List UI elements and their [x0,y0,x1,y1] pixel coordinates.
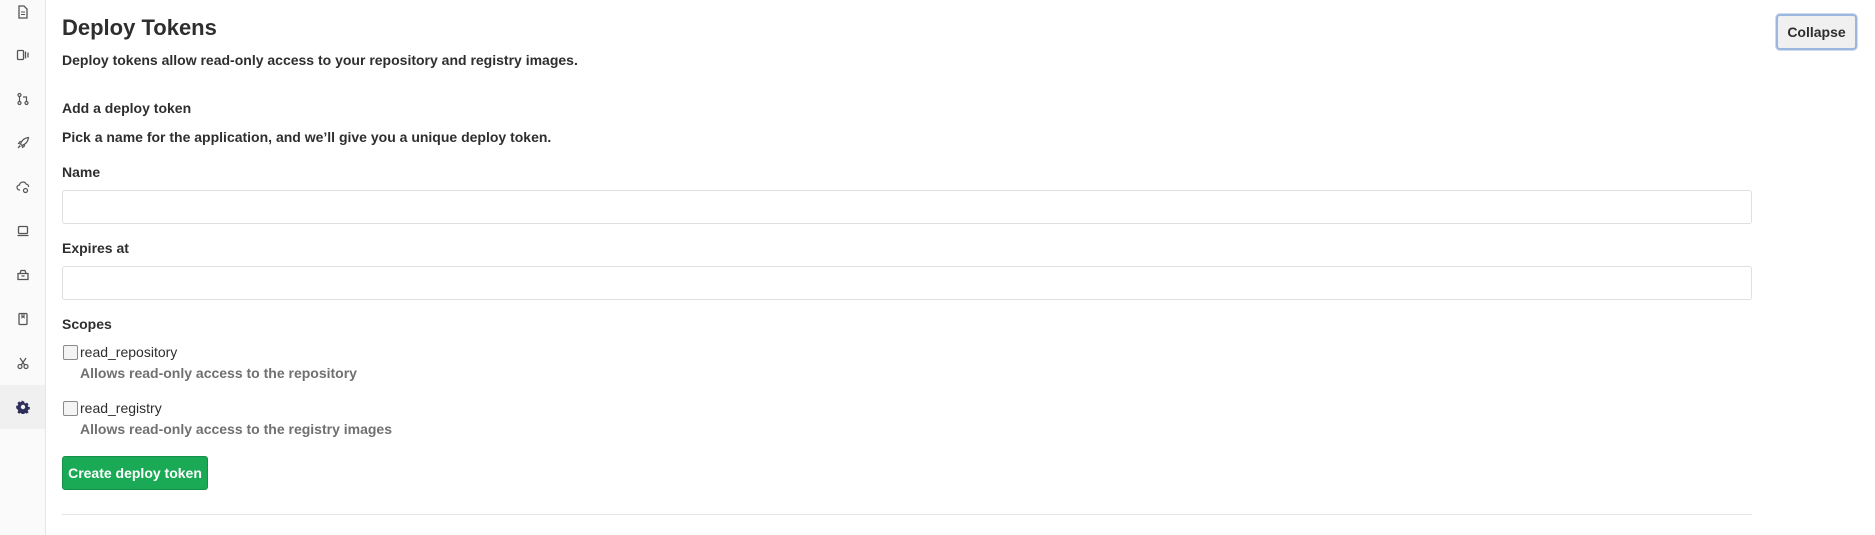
expires-at-input[interactable] [62,266,1752,300]
project-sidebar [0,0,46,535]
name-label: Name [62,164,101,180]
read-repository-checkbox[interactable] [63,345,78,360]
file-icon [17,5,28,19]
sidebar-item-ci-cd[interactable] [0,121,45,165]
sidebar-item-environments[interactable] [0,209,45,253]
sidebar-item-packages[interactable] [0,253,45,297]
issues-icon [16,49,29,61]
sidebar-item-repository[interactable] [0,0,45,34]
sidebar-item-settings[interactable] [0,385,45,429]
form-subtitle: Add a deploy token [62,100,192,116]
read-registry-help: Allows read-only access to the registry … [80,421,393,437]
read-registry-checkbox[interactable] [63,401,78,416]
read-registry-label[interactable]: read_registry [80,400,162,416]
sidebar-item-wiki[interactable] [0,297,45,341]
name-input[interactable] [62,190,1752,224]
create-deploy-token-button[interactable]: Create deploy token [62,456,208,490]
book-icon [17,312,28,326]
settings-icon [15,400,30,414]
monitor-icon [17,225,28,237]
sidebar-item-issues[interactable] [0,33,45,77]
merge-request-icon [16,92,29,106]
expires-at-label: Expires at [62,240,129,256]
section-description: Deploy tokens allow read-only access to … [62,52,578,68]
sidebar-item-merge-requests[interactable] [0,77,45,121]
scissors-icon [16,357,29,370]
section-divider [62,514,1752,515]
section-title: Deploy Tokens [62,15,217,40]
sidebar-item-operations[interactable] [0,165,45,209]
rocket-icon [17,136,29,149]
scopes-label: Scopes [62,316,112,332]
form-description: Pick a name for the application, and we’… [62,129,552,145]
read-repository-label[interactable]: read_repository [80,344,177,360]
collapse-button[interactable]: Collapse [1776,14,1857,50]
package-icon [16,269,29,281]
sidebar-item-snippets[interactable] [0,341,45,385]
cloud-gear-icon [15,181,29,194]
read-repository-help: Allows read-only access to the repositor… [80,365,357,381]
